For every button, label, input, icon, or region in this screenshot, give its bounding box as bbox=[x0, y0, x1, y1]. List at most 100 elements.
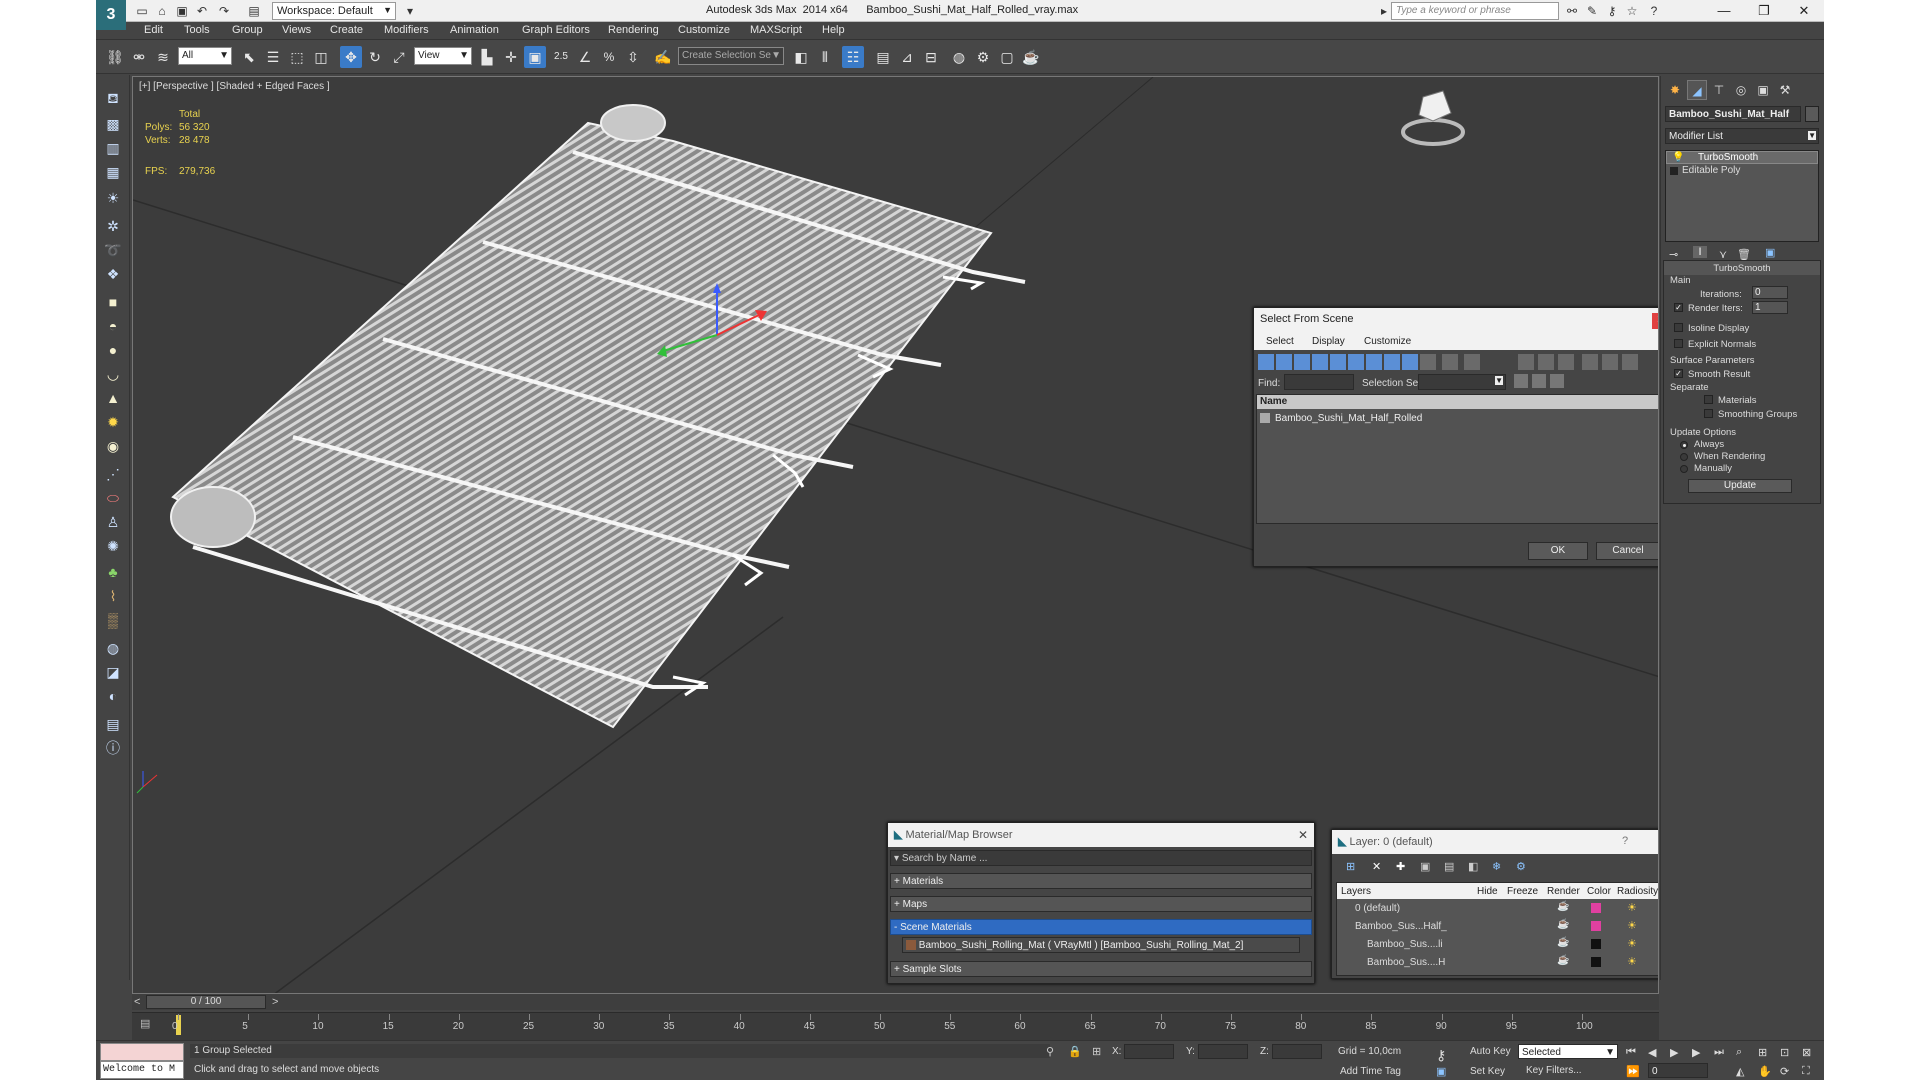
disc-icon[interactable]: ◉ bbox=[102, 435, 124, 457]
document-icon[interactable]: ▥ bbox=[102, 137, 124, 159]
hierarchy-view-icon[interactable] bbox=[1538, 354, 1554, 370]
menu-rendering[interactable]: Rendering bbox=[608, 24, 659, 36]
x-coordinate-input[interactable] bbox=[1124, 1044, 1174, 1059]
filter-none-icon[interactable] bbox=[1442, 354, 1458, 370]
when-rendering-radio[interactable] bbox=[1680, 453, 1688, 461]
find-input[interactable] bbox=[1284, 374, 1354, 390]
utilities-tab-icon[interactable]: ⚒ bbox=[1775, 80, 1795, 100]
go-to-start-icon[interactable]: ⏮ bbox=[1626, 1046, 1636, 1059]
list-item[interactable]: Bamboo_Sushi_Mat_Half_Rolled bbox=[1275, 413, 1422, 424]
material-editor-icon[interactable]: ◍ bbox=[948, 46, 970, 68]
script-icon[interactable]: ▤ bbox=[102, 713, 124, 735]
render-sphere-icon[interactable]: ◍ bbox=[102, 637, 124, 659]
filter-shapes-icon[interactable] bbox=[1276, 354, 1292, 370]
save-file-icon[interactable]: ▣ bbox=[174, 3, 190, 19]
key-filters-button[interactable]: Key Filters... bbox=[1526, 1065, 1582, 1076]
select-in-layer-icon[interactable]: ▣ bbox=[1420, 860, 1430, 873]
current-frame-input[interactable]: 0 bbox=[1648, 1063, 1708, 1078]
render-teapot-icon[interactable]: ☕ bbox=[1557, 955, 1569, 966]
angle-snap-icon[interactable]: ∠ bbox=[574, 46, 596, 68]
smooth-result-checkbox[interactable]: ✓ bbox=[1674, 369, 1683, 378]
layer-color-swatch[interactable] bbox=[1591, 957, 1601, 967]
menu-display[interactable]: Display bbox=[1312, 336, 1345, 347]
render-production-icon[interactable]: ☕ bbox=[1020, 46, 1042, 68]
column-header-name[interactable]: Name bbox=[1257, 395, 1658, 409]
key-icon[interactable]: ⚷ bbox=[1604, 3, 1620, 19]
render-iters-checkbox[interactable]: ✓ bbox=[1674, 303, 1683, 312]
environment-icon[interactable]: ◐ bbox=[102, 685, 124, 707]
layer-properties-icon[interactable]: ⚙ bbox=[1516, 860, 1526, 873]
workspace-dropdown[interactable]: Workspace: Default ▼ bbox=[272, 2, 396, 20]
filter-groups-icon[interactable] bbox=[1366, 354, 1382, 370]
section-materials[interactable]: + Materials bbox=[890, 873, 1312, 889]
select-object-icon[interactable]: ⬉ bbox=[238, 46, 260, 68]
maximize-button[interactable]: ❐ bbox=[1744, 0, 1784, 22]
close-button[interactable]: ✕ bbox=[1784, 0, 1824, 22]
graphite-ribbon-icon[interactable]: ▤ bbox=[872, 46, 894, 68]
maxscript-listener-input[interactable]: Welcome to M bbox=[100, 1061, 184, 1079]
undo-icon[interactable]: ↶ bbox=[194, 3, 210, 19]
scene-material-item[interactable]: Bamboo_Sushi_Rolling_Mat ( VRayMtl ) [Ba… bbox=[902, 937, 1300, 953]
radiosity-column-header[interactable]: Radiosity bbox=[1617, 886, 1658, 897]
pivot-center-icon[interactable]: ▙ bbox=[476, 46, 498, 68]
radiosity-icon[interactable]: ☀ bbox=[1627, 919, 1637, 932]
filter-all-icon[interactable] bbox=[1420, 354, 1436, 370]
panel-icon[interactable]: ▦ bbox=[102, 161, 124, 183]
freeze-column-header[interactable]: Freeze bbox=[1507, 886, 1538, 897]
bulb-icon[interactable]: 💡 bbox=[1672, 152, 1684, 163]
menu-maxscript[interactable]: MAXScript bbox=[750, 24, 802, 36]
cone-icon[interactable]: ▲ bbox=[102, 387, 124, 409]
set-key-button[interactable]: Set Key bbox=[1470, 1066, 1505, 1077]
view-cube-icon[interactable] bbox=[1401, 90, 1465, 146]
bamboo-mat-mesh[interactable] bbox=[170, 104, 1026, 729]
delete-layer-icon[interactable]: ✕ bbox=[1372, 860, 1381, 873]
named-selection-dropdown[interactable]: Create Selection Se ▼ bbox=[678, 47, 784, 65]
info-icon[interactable]: ⓘ bbox=[102, 737, 124, 759]
auto-key-button[interactable]: Auto Key bbox=[1470, 1046, 1511, 1057]
sphere-icon[interactable]: ● bbox=[102, 339, 124, 361]
select-rotate-icon[interactable]: ↻ bbox=[364, 46, 386, 68]
app-logo-icon[interactable]: 3 bbox=[96, 0, 126, 30]
scene-object-list[interactable]: Name Bamboo_Sushi_Mat_Half_Rolled bbox=[1256, 394, 1658, 524]
modify-tab-icon[interactable]: ◢ bbox=[1687, 80, 1707, 100]
show-end-result-icon[interactable]: I bbox=[1693, 246, 1707, 258]
schematic-view-icon[interactable]: ⊟ bbox=[920, 46, 942, 68]
selection-lock-icon[interactable]: 🔒 bbox=[1068, 1045, 1082, 1058]
gear-helper-icon[interactable]: ✲ bbox=[102, 215, 124, 237]
hair-icon[interactable]: ⌇ bbox=[102, 585, 124, 607]
zoom-icon[interactable]: ⌕ bbox=[1736, 1046, 1742, 1059]
minimize-button[interactable]: — bbox=[1704, 0, 1744, 22]
camera-view-icon[interactable]: ▩ bbox=[102, 113, 124, 135]
key-mode-dropdown[interactable]: Selected ▼ bbox=[1518, 1044, 1618, 1059]
radiosity-icon[interactable]: ☀ bbox=[1627, 937, 1637, 950]
rendered-frame-window-icon[interactable]: ▢ bbox=[996, 46, 1018, 68]
add-time-tag[interactable]: Add Time Tag bbox=[1340, 1066, 1401, 1077]
bowl-icon[interactable]: ◡ bbox=[102, 363, 124, 385]
selection-set-remove-icon[interactable] bbox=[1532, 374, 1546, 388]
create-layer-icon[interactable]: ⊞ bbox=[1346, 860, 1355, 873]
zoom-extents-all-icon[interactable]: ⊠ bbox=[1802, 1046, 1811, 1059]
set-key-icon[interactable]: ⚷ bbox=[1436, 1047, 1446, 1064]
filter-invert-icon[interactable] bbox=[1464, 354, 1480, 370]
hemisphere-icon[interactable]: ◓ bbox=[102, 315, 124, 337]
field-of-view-icon[interactable]: ◭ bbox=[1736, 1065, 1744, 1078]
section-maps[interactable]: + Maps bbox=[890, 896, 1312, 912]
radiosity-icon[interactable]: ☀ bbox=[1627, 901, 1637, 914]
next-frame-icon[interactable]: > bbox=[272, 996, 278, 1008]
menu-tools[interactable]: Tools bbox=[184, 24, 210, 36]
redo-icon[interactable]: ↷ bbox=[216, 3, 232, 19]
menu-customize[interactable]: Customize bbox=[678, 24, 730, 36]
window-crossing-icon[interactable]: ◫ bbox=[310, 46, 332, 68]
selection-set-dropdown[interactable]: ▼ bbox=[1418, 374, 1506, 390]
go-to-end-icon[interactable]: ⏭ bbox=[1714, 1046, 1724, 1059]
radiosity-icon[interactable]: ☀ bbox=[1627, 955, 1637, 968]
cloth-icon[interactable]: ▒ bbox=[102, 609, 124, 631]
pill-icon[interactable]: ⬭ bbox=[102, 487, 124, 509]
iterations-spinner[interactable]: 0 bbox=[1752, 286, 1788, 299]
mini-curve-editor-icon[interactable]: ▤ bbox=[140, 1017, 150, 1030]
isoline-checkbox[interactable] bbox=[1674, 323, 1683, 332]
key-mode-toggle-icon[interactable]: ⏩ bbox=[1626, 1065, 1640, 1078]
link-icon[interactable]: ⛓ bbox=[104, 46, 126, 68]
prev-frame-icon[interactable]: < bbox=[134, 996, 140, 1008]
select-move-icon[interactable]: ✥ bbox=[340, 46, 362, 68]
